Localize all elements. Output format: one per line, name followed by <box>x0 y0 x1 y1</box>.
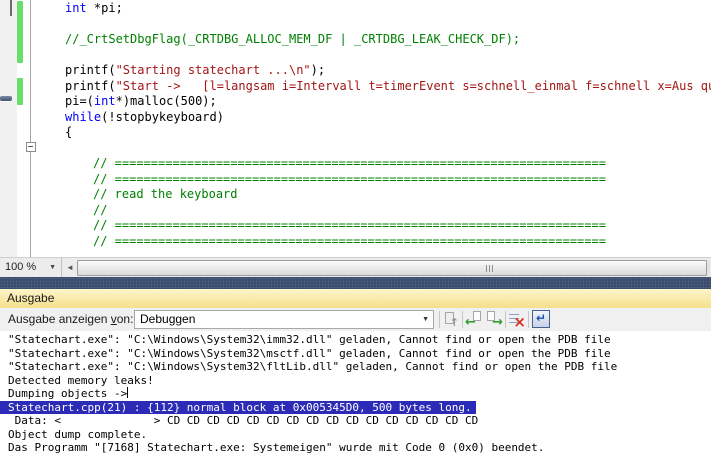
code-segment: // =====================================… <box>93 156 606 170</box>
code-segment: pi=( <box>65 94 94 108</box>
code-segment: // read the keyboard <box>93 187 238 201</box>
zoom-level-value: 100 % <box>5 258 36 277</box>
code-line[interactable]: { <box>0 125 711 141</box>
code-line[interactable] <box>0 17 711 33</box>
output-line-text: Detected memory leaks! <box>8 374 154 387</box>
highlighted-output-line: Statechart.cpp(21) : {112} normal block … <box>0 401 476 415</box>
code-segment: "Start -> [l=langsam i=Intervall t=timer… <box>116 79 711 93</box>
output-line-text: Object dump complete. <box>8 428 147 441</box>
code-text[interactable]: int *pi; //_CrtSetDbgFlag(_CRTDBG_ALLOC_M… <box>0 1 711 249</box>
return-arrow-icon: ↵ <box>536 311 546 325</box>
code-segment: // =====================================… <box>93 172 606 186</box>
scrollbar-thumb[interactable] <box>77 260 707 276</box>
code-segment: int <box>94 94 116 108</box>
output-toolbar: Ausgabe anzeigen von: Debuggen ▼ ↑ ← → ×… <box>0 308 711 331</box>
code-segment: // <box>93 203 107 217</box>
previous-message-icon[interactable]: ← <box>466 311 482 327</box>
code-segment: printf( <box>65 63 116 77</box>
output-line[interactable]: Detected memory leaks! <box>8 374 711 388</box>
toolbar-separator <box>462 311 463 328</box>
toolbar-separator <box>439 311 440 328</box>
visual-studio-window: int *pi; //_CrtSetDbgFlag(_CRTDBG_ALLOC_M… <box>0 0 711 472</box>
arrow-left-icon: ← <box>465 315 476 330</box>
code-segment: ); <box>311 63 325 77</box>
output-panel-title: Ausgabe <box>7 289 54 308</box>
output-line[interactable]: "Statechart.exe": "C:\Windows\System32\m… <box>8 347 711 361</box>
output-line[interactable]: Das Programm "[7168] Statechart.exe: Sys… <box>8 441 711 455</box>
scroll-left-arrow[interactable]: ◄ <box>63 258 77 277</box>
output-line-text: "Statechart.exe": "C:\Windows\System32\m… <box>8 347 611 360</box>
code-line[interactable]: printf("Start -> [l=langsam i=Intervall … <box>0 79 711 95</box>
scrollbar-grip-icon <box>486 265 487 272</box>
code-line[interactable]: // =====================================… <box>0 218 711 234</box>
code-line[interactable]: int *pi; <box>0 1 711 17</box>
output-line-text: Dumping objects -> <box>8 387 127 400</box>
arrow-up-icon: ↑ <box>450 316 459 329</box>
code-segment: *pi; <box>87 1 123 15</box>
show-output-from-label: Ausgabe anzeigen von: <box>8 308 133 331</box>
chevron-down-icon: ▼ <box>422 311 429 328</box>
output-line-text: "Statechart.exe": "C:\Windows\System32\i… <box>8 333 611 346</box>
code-segment: //_CrtSetDbgFlag(_CRTDBG_ALLOC_MEM_DF | … <box>65 32 520 46</box>
code-segment: while <box>65 110 101 124</box>
output-line[interactable]: "Statechart.exe": "C:\Windows\System32\f… <box>8 360 711 374</box>
code-segment: // =====================================… <box>93 234 606 248</box>
output-line-text: "Statechart.exe": "C:\Windows\System32\f… <box>8 360 617 373</box>
code-line[interactable]: while(!stopbykeyboard) <box>0 110 711 126</box>
output-line[interactable]: Statechart.cpp(21) : {112} normal block … <box>8 401 711 415</box>
toolbar-separator <box>505 311 506 328</box>
output-text-area[interactable]: "Statechart.exe": "C:\Windows\System32\i… <box>0 331 711 472</box>
output-panel-header[interactable]: Ausgabe <box>0 289 711 308</box>
code-segment: printf( <box>65 79 116 93</box>
code-line[interactable]: // read the keyboard <box>0 187 711 203</box>
code-segment: "Starting statechart ...\n" <box>116 63 311 77</box>
code-editor[interactable]: int *pi; //_CrtSetDbgFlag(_CRTDBG_ALLOC_M… <box>0 0 711 257</box>
zoom-level-dropdown[interactable]: 100 % ▼ <box>0 258 62 277</box>
chevron-down-icon: ▼ <box>49 258 56 277</box>
window-background-band <box>0 277 711 289</box>
code-line[interactable]: printf("Starting statechart ...\n"); <box>0 63 711 79</box>
code-segment: (!stopbykeyboard) <box>101 110 224 124</box>
output-line[interactable]: Data: < > CD CD CD CD CD CD CD CD CD CD … <box>8 414 711 428</box>
next-message-icon[interactable]: → <box>486 311 502 327</box>
code-line[interactable]: // =====================================… <box>0 156 711 172</box>
output-line[interactable]: "Statechart.exe": "C:\Windows\System32\i… <box>8 333 711 347</box>
code-segment: int <box>65 1 87 15</box>
text-caret <box>127 387 128 398</box>
code-line[interactable]: //_CrtSetDbgFlag(_CRTDBG_ALLOC_MEM_DF | … <box>0 32 711 48</box>
red-x-icon: × <box>513 313 526 331</box>
toggle-word-wrap-icon[interactable]: ↵ <box>532 310 550 328</box>
output-line[interactable]: Object dump complete. <box>8 428 711 442</box>
show-output-from-dropdown[interactable]: Debuggen ▼ <box>134 310 434 329</box>
find-message-in-code-icon[interactable]: ↑ <box>443 311 459 327</box>
code-line[interactable]: pi=(int*)malloc(500); <box>0 94 711 110</box>
output-line-text: Das Programm "[7168] Statechart.exe: Sys… <box>8 441 544 454</box>
code-segment: *)malloc(500); <box>116 94 217 108</box>
clear-all-icon[interactable]: × <box>509 311 525 327</box>
code-segment: { <box>65 125 72 139</box>
show-output-from-value: Debuggen <box>140 311 195 328</box>
code-line[interactable]: // <box>0 203 711 219</box>
horizontal-scrollbar[interactable] <box>77 260 710 276</box>
code-line[interactable]: // =====================================… <box>0 172 711 188</box>
arrow-right-icon: → <box>492 315 503 330</box>
code-line[interactable] <box>0 141 711 157</box>
code-line[interactable] <box>0 48 711 64</box>
code-line[interactable]: // =====================================… <box>0 234 711 250</box>
output-line-text: Data: < > CD CD CD CD CD CD CD CD CD CD … <box>8 414 478 427</box>
code-segment: // =====================================… <box>93 218 606 232</box>
toolbar-separator <box>528 311 529 328</box>
output-line[interactable]: Dumping objects -> <box>8 387 711 401</box>
editor-bottom-bar: 100 % ▼ ◄ <box>0 257 711 277</box>
